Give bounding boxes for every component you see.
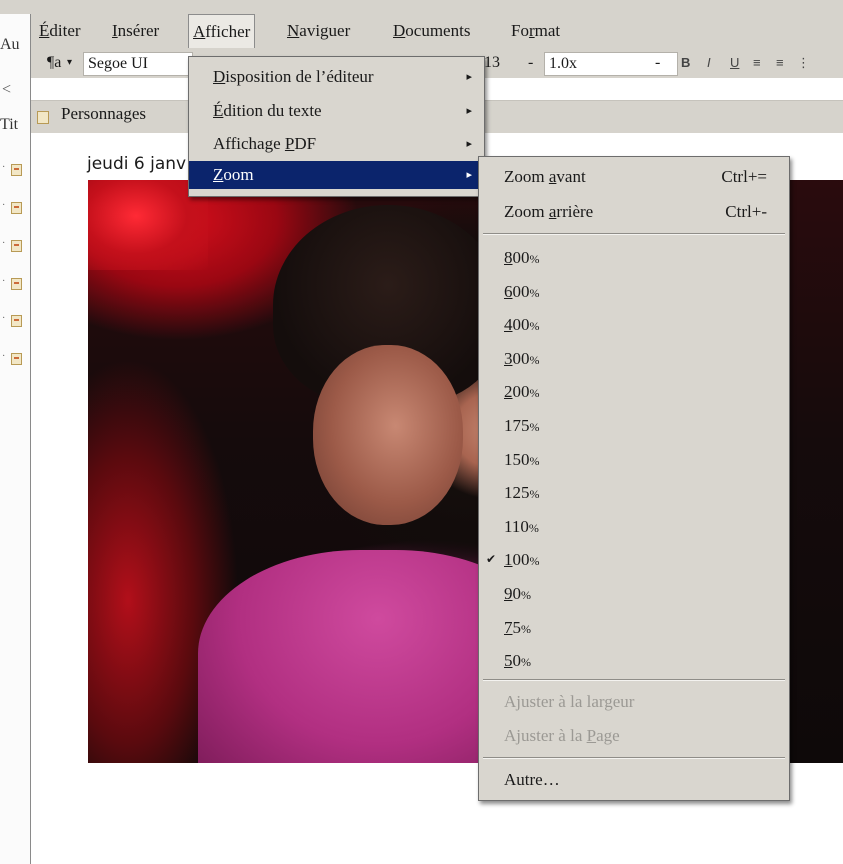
left-navigator-pane: Au < Tit · · · · · · xyxy=(0,14,31,864)
zoom-level-item[interactable]: 110% xyxy=(479,510,789,543)
fit-width-item[interactable]: Ajuster à la largeur xyxy=(479,685,789,718)
zoom-level-label: 300% xyxy=(504,348,540,368)
menu-item-disposition-editeur[interactable]: Disposition de l’éditeur ▸ xyxy=(189,63,484,91)
other-zoom-item[interactable]: Autre… xyxy=(479,763,789,796)
menu-separator xyxy=(483,233,785,235)
font-size-dropdown-icon[interactable]: - xyxy=(528,52,533,74)
menu-naviguer[interactable]: Naviguer xyxy=(283,14,354,48)
zoom-level-item[interactable]: 150% xyxy=(479,443,789,476)
menu-editer[interactable]: Éditer xyxy=(35,14,85,48)
document-icon[interactable] xyxy=(11,315,22,327)
zoom-level-label: 50% xyxy=(504,651,531,671)
menu-separator xyxy=(483,679,785,681)
font-family-field[interactable]: Segoe UI xyxy=(83,52,193,76)
zoom-level-item[interactable]: 400% xyxy=(479,308,789,341)
zoom-level-item[interactable]: 300% xyxy=(479,342,789,375)
toolbar-overflow-icon[interactable]: ⋮ xyxy=(797,52,810,74)
zoom-level-label: 800% xyxy=(504,248,540,267)
menu-item-edition-texte[interactable]: Édition du texte ▸ xyxy=(189,97,484,125)
submenu-arrow-icon: ▸ xyxy=(466,138,472,150)
paragraph-style-dropdown-icon[interactable]: ▾ xyxy=(67,52,72,74)
afficher-menu: Disposition de l’éditeur ▸ Édition du te… xyxy=(188,56,485,197)
zoom-level-label: 600% xyxy=(504,281,540,301)
document-icon[interactable] xyxy=(11,278,22,290)
document-icon[interactable] xyxy=(11,353,22,365)
align-center-icon[interactable]: ≡ xyxy=(776,52,784,74)
zoom-in-item[interactable]: Zoom avant Ctrl+= xyxy=(479,160,789,193)
zoom-level-label: 200% xyxy=(504,382,540,402)
document-icon[interactable] xyxy=(11,202,22,214)
font-size-value[interactable]: 13 xyxy=(484,52,500,74)
zoom-level-label: 400% xyxy=(504,315,540,335)
menu-item-affichage-pdf[interactable]: Affichage PDF ▸ xyxy=(189,130,484,158)
document-icon xyxy=(37,111,49,124)
line-spacing-dropdown-icon[interactable]: - xyxy=(655,52,660,74)
zoom-submenu: Zoom avant Ctrl+= Zoom arrière Ctrl+- 80… xyxy=(478,156,790,801)
submenu-arrow-icon: ▸ xyxy=(466,169,472,181)
zoom-level-label: 90% xyxy=(504,584,531,603)
zoom-level-item[interactable]: 50% xyxy=(479,644,789,677)
shortcut-label: Ctrl+= xyxy=(721,167,767,186)
zoom-level-item[interactable]: 125% xyxy=(479,476,789,509)
bold-button[interactable]: B xyxy=(681,52,690,74)
menubar: Éditer Insérer Afficher Naviguer Documen… xyxy=(31,14,843,48)
zoom-level-item[interactable]: 800% xyxy=(479,241,789,274)
zoom-level-item[interactable]: ✔ 100% xyxy=(479,543,789,576)
document-date-text: jeudi 6 janv xyxy=(87,154,187,174)
window-title-strip xyxy=(0,0,843,15)
left-pane-fragment-au: Au xyxy=(0,36,20,53)
menu-afficher[interactable]: Afficher xyxy=(188,14,256,48)
zoom-level-item[interactable]: 175% xyxy=(479,409,789,442)
zoom-level-item[interactable]: 200% xyxy=(479,375,789,408)
italic-button[interactable]: I xyxy=(707,52,711,74)
zoom-level-label: 125% xyxy=(504,483,540,503)
submenu-arrow-icon: ▸ xyxy=(466,105,472,117)
menu-item-zoom[interactable]: Zoom ▸ xyxy=(189,161,484,189)
menu-separator xyxy=(483,757,785,759)
zoom-level-label: 150% xyxy=(504,449,540,469)
submenu-arrow-icon: ▸ xyxy=(466,71,472,83)
checkmark-icon: ✔ xyxy=(486,552,497,567)
zoom-level-label: 175% xyxy=(504,416,540,435)
collapse-left-icon[interactable]: < xyxy=(2,81,11,99)
zoom-out-item[interactable]: Zoom arrière Ctrl+- xyxy=(479,195,789,228)
underline-button[interactable]: U xyxy=(730,52,739,74)
shortcut-label: Ctrl+- xyxy=(725,202,767,221)
align-left-icon[interactable]: ≡ xyxy=(753,52,761,74)
zoom-level-item[interactable]: 75% xyxy=(479,611,789,644)
zoom-level-label: 110% xyxy=(504,516,539,536)
panel-title: Personnages xyxy=(61,104,146,123)
fit-page-item[interactable]: Ajuster à la Page xyxy=(479,719,789,752)
paragraph-style-icon[interactable]: ¶a xyxy=(47,52,61,74)
zoom-level-item[interactable]: 600% xyxy=(479,275,789,308)
menu-inserer[interactable]: Insérer xyxy=(108,14,163,48)
left-pane-fragment-tit: Tit xyxy=(0,116,19,133)
document-icon[interactable] xyxy=(11,240,22,252)
zoom-level-label: 100% xyxy=(504,550,540,570)
document-icon[interactable] xyxy=(11,164,22,176)
zoom-level-item[interactable]: 90% xyxy=(479,577,789,610)
zoom-level-label: 75% xyxy=(504,617,531,637)
menu-documents[interactable]: Documents xyxy=(389,14,474,48)
menu-format[interactable]: Format xyxy=(507,14,564,48)
